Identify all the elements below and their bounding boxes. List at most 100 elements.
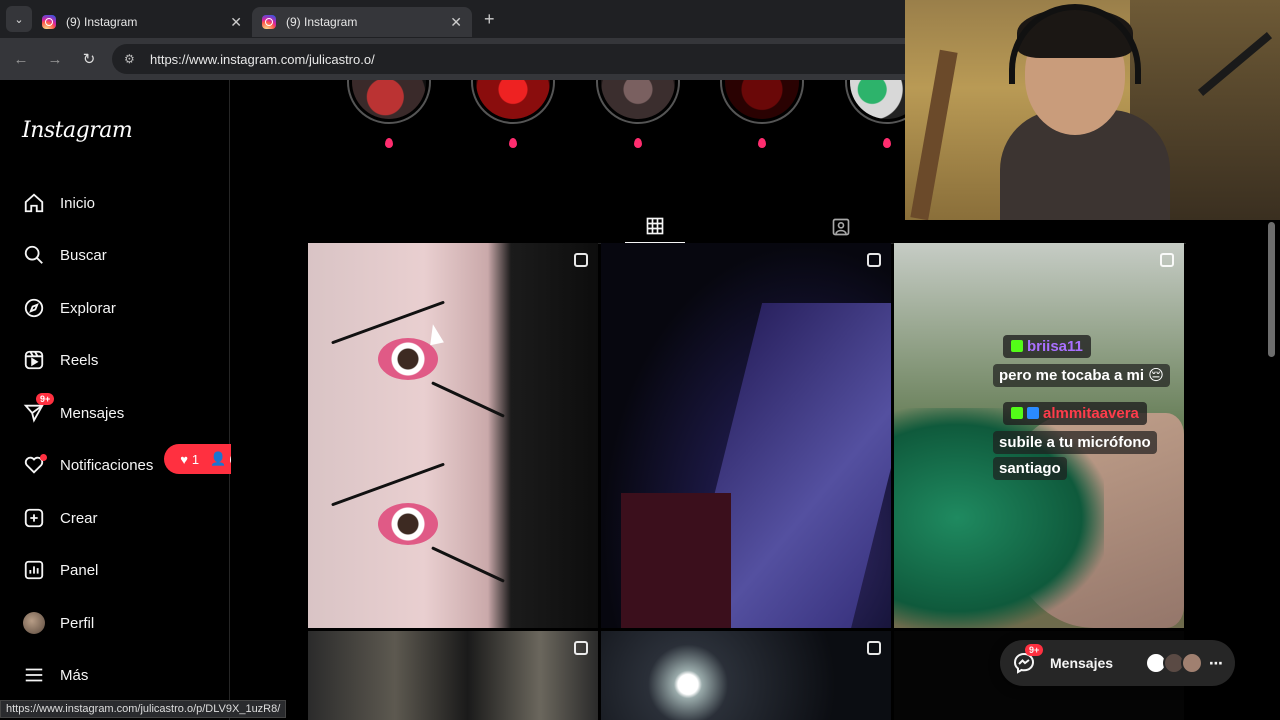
back-arrow-icon[interactable]: ← — [4, 51, 38, 68]
chat-message-text: santiago — [993, 457, 1067, 480]
sidebar-item-label: Perfil — [60, 614, 95, 632]
tagged-person-icon — [832, 218, 850, 236]
unread-badge: 9+ — [36, 393, 55, 405]
likes-count: 1 — [191, 451, 200, 467]
post-thumbnail[interactable] — [308, 243, 598, 628]
compass-icon — [22, 296, 46, 320]
story-highlight[interactable] — [596, 80, 680, 150]
sidebar-item-reels[interactable]: Reels — [22, 347, 98, 373]
sidebar-item-label: Notificaciones — [60, 456, 154, 474]
stream-chat-message: pero me tocaba a mi 😔 — [993, 364, 1170, 388]
sidebar-item-label: Buscar — [60, 246, 107, 264]
recent-chat-avatars: ⋯ — [1145, 652, 1223, 674]
chat-message-text: subile a tu micrófono — [993, 431, 1157, 454]
carousel-icon — [867, 641, 881, 655]
tab-title: (9) Instagram — [66, 15, 138, 29]
notification-dot — [40, 454, 47, 461]
sidebar-item-mas[interactable]: Más — [22, 662, 88, 688]
stream-chat-line: almmitaavera — [1003, 402, 1147, 425]
messages-floating-button[interactable]: 9+ Mensajes ⋯ — [1000, 640, 1235, 686]
avatar — [1181, 652, 1203, 674]
blood-drop-icon — [883, 138, 891, 148]
chevron-down-icon: ⌄ — [14, 13, 24, 26]
verified-badge-icon — [1027, 407, 1039, 419]
browser-tab-1[interactable]: (9) Instagram ✕ — [32, 7, 252, 37]
sidebar-item-perfil[interactable]: Perfil — [22, 610, 94, 636]
sidebar-item-label: Panel — [60, 561, 99, 579]
sidebar-item-mensajes[interactable]: 9+ Mensajes — [22, 393, 125, 426]
tab-posts-grid[interactable] — [625, 210, 685, 244]
menu-icon — [22, 663, 46, 687]
sidebar-item-label: Inicio — [60, 194, 96, 212]
url-text: https://www.instagram.com/julicastro.o/ — [150, 51, 375, 67]
sidebar-item-label: Mensajes — [60, 404, 125, 422]
reload-icon[interactable]: ↻ — [72, 50, 106, 68]
stream-chat-message: santiago — [993, 457, 1067, 481]
sidebar-item-buscar[interactable]: Buscar — [22, 242, 107, 268]
close-icon[interactable]: ✕ — [230, 14, 242, 31]
stream-chat-line: briisa11 — [1003, 335, 1091, 358]
screen: ⌄ (9) Instagram ✕ (9) Instagram ✕ + ← → … — [0, 0, 1280, 720]
messenger-icon: 9+ — [22, 393, 55, 425]
new-tab-plus-icon[interactable]: + — [484, 9, 495, 30]
sidebar-item-panel[interactable]: Panel — [22, 557, 98, 583]
sidebar-item-label: Crear — [60, 509, 98, 527]
instagram-logo[interactable]: Instagram — [22, 118, 133, 143]
browser-tab-2[interactable]: (9) Instagram ✕ — [252, 7, 472, 37]
search-icon — [22, 243, 46, 267]
grid-icon — [646, 217, 664, 235]
sidebar-item-explorar[interactable]: Explorar — [22, 295, 116, 321]
sidebar-item-crear[interactable]: Crear — [22, 505, 98, 531]
unread-badge: 9+ — [1025, 644, 1044, 656]
instagram-sidebar: Instagram Inicio Buscar Explorar Reels 9… — [0, 80, 260, 720]
home-icon — [22, 191, 46, 215]
heart-icon: ♥ — [180, 451, 188, 467]
chat-username: briisa11 — [1003, 335, 1091, 358]
tab-tagged[interactable] — [811, 210, 871, 244]
post-thumbnail[interactable] — [601, 631, 891, 720]
close-icon[interactable]: ✕ — [450, 14, 462, 31]
webcam-overlay — [905, 0, 1280, 220]
avatar — [22, 611, 46, 635]
tab-search-dropdown[interactable]: ⌄ — [6, 6, 32, 32]
blood-drop-icon — [634, 138, 642, 148]
reels-icon — [22, 348, 46, 372]
tab-title: (9) Instagram — [286, 15, 358, 29]
carousel-icon — [574, 641, 588, 655]
more-icon: ⋯ — [1209, 654, 1223, 671]
carousel-icon — [867, 253, 881, 267]
kick-badge-icon — [1011, 340, 1023, 352]
sidebar-item-inicio[interactable]: Inicio — [22, 190, 95, 216]
blood-drop-icon — [385, 138, 393, 148]
sidebar-item-label: Reels — [60, 351, 99, 369]
status-bar-url: https://www.instagram.com/julicastro.o/p… — [0, 700, 287, 718]
carousel-icon — [574, 253, 588, 267]
plus-square-icon — [22, 506, 46, 530]
heart-icon — [22, 453, 47, 477]
instagram-favicon-icon — [262, 15, 276, 29]
sidebar-item-notificaciones[interactable]: Notificaciones — [22, 452, 153, 478]
carousel-icon — [1160, 253, 1174, 267]
post-thumbnail[interactable] — [601, 243, 891, 628]
headset-icon — [1009, 4, 1141, 84]
sidebar-item-label: Explorar — [60, 299, 116, 317]
post-thumbnail[interactable] — [308, 631, 598, 720]
stream-chat-message: subile a tu micrófono — [993, 431, 1157, 455]
kick-badge-icon — [1011, 407, 1023, 419]
forward-arrow-icon[interactable]: → — [38, 51, 72, 68]
guitar — [910, 49, 958, 220]
messages-label: Mensajes — [1050, 655, 1114, 671]
story-highlight[interactable] — [347, 80, 431, 150]
sidebar-item-label: Más — [60, 666, 89, 684]
blood-drop-icon — [509, 138, 517, 148]
blood-drop-icon — [758, 138, 766, 148]
chat-username: almmitaavera — [1003, 402, 1147, 425]
story-highlight[interactable] — [471, 80, 555, 150]
chart-icon — [22, 558, 46, 582]
person-icon: 👤 — [210, 451, 227, 466]
story-highlight[interactable] — [720, 80, 804, 150]
site-settings-icon[interactable]: ⚙ — [124, 52, 140, 66]
messenger-icon: 9+ — [1012, 644, 1044, 675]
page-scrollbar[interactable] — [1268, 222, 1275, 357]
chat-message-text: pero me tocaba a mi 😔 — [993, 364, 1170, 387]
